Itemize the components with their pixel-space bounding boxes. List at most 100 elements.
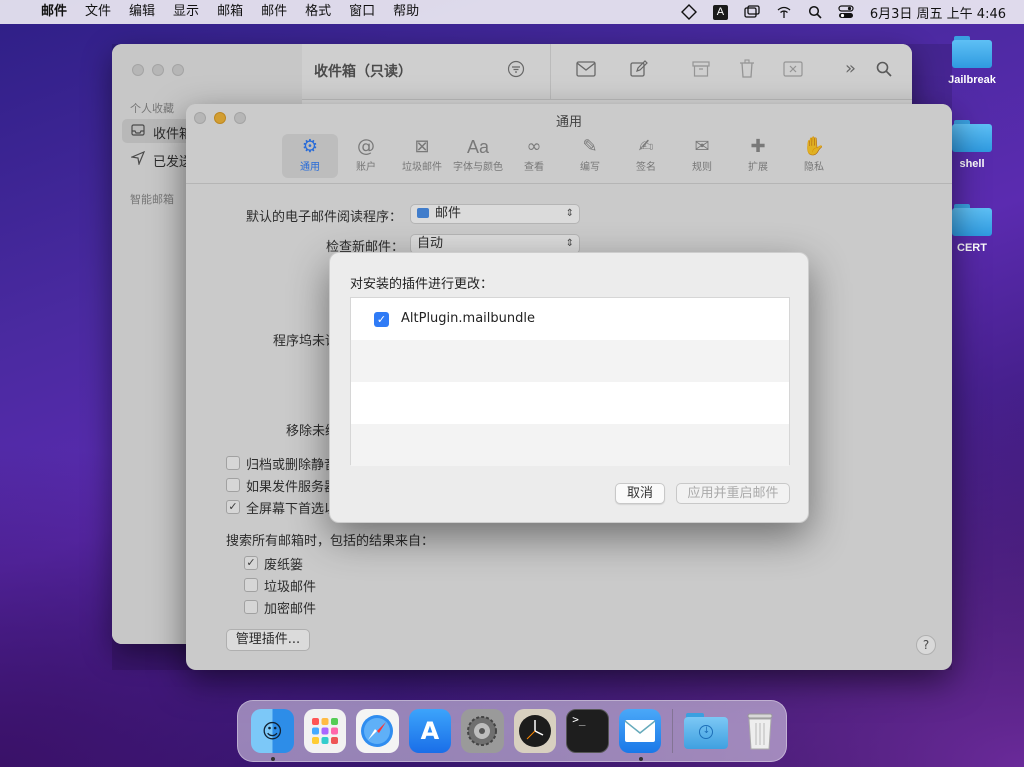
chevron-updown-icon: ⇕ [565,208,574,219]
trash-checkbox[interactable]: ✓ [244,556,258,570]
dock-downloads[interactable]: ↓ [684,709,729,753]
menu-view[interactable]: 显示 [164,0,208,24]
paper-plane-icon [129,150,146,168]
window-controls [132,64,184,76]
menu-app-name[interactable]: 邮件 [32,0,76,24]
compose-icon: ✎ [582,136,598,157]
chevron-updown-icon: ⇕ [565,238,574,249]
list-item[interactable]: ✓ AltPlugin.mailbundle [351,298,789,340]
send-server-checkbox[interactable] [226,478,240,492]
dock-finder[interactable]: ☺ [251,709,294,761]
tab-composing[interactable]: ✎ 编写 [562,134,618,178]
trash-icon[interactable] [738,59,756,82]
dock-clock[interactable] [513,709,557,753]
input-method-icon[interactable]: A [705,0,736,24]
menu-clock[interactable]: 6月3日 周五 上午 4:46 [862,0,1024,24]
spotlight-search-icon[interactable] [800,0,830,24]
signature-icon: ✍ [638,136,654,157]
inbox-icon [131,123,145,140]
tab-accounts[interactable]: @ 账户 [338,134,394,178]
desktop-folder-label: Jailbreak [948,74,996,86]
archive-mute-label: 归档或删除静音 [246,458,338,473]
tab-extensions[interactable]: ✚ 扩展 [730,134,786,178]
junk-checkbox[interactable] [244,578,258,592]
rules-icon: ✉ [694,136,710,157]
junk-icon[interactable] [783,60,803,81]
envelope-icon [624,720,656,742]
sidebar-section-smart: 智能邮箱 [130,193,174,206]
tab-junk[interactable]: ⊠ 垃圾邮件 [394,134,450,178]
manage-plugins-button[interactable]: 管理插件... [226,629,310,651]
default-reader-popup[interactable]: 邮件 ⇕ [410,204,580,224]
dock-trash[interactable] [738,709,781,753]
hand-icon: ✋ [802,136,826,157]
get-mail-icon[interactable] [576,61,596,80]
menu-bar: 邮件 文件 编辑 显示 邮箱 邮件 格式 窗口 帮助 A 6月3日 周五 上午 … [0,0,1024,24]
list-item-empty [351,382,789,424]
filter-icon[interactable] [507,60,525,81]
archive-icon[interactable] [692,60,710,81]
menu-format[interactable]: 格式 [296,0,340,24]
send-server-label: 如果发件服务器 [246,480,338,495]
trash-label: 废纸篓 [264,558,304,573]
at-icon: @ [357,136,375,157]
fullscreen-label: 全屏幕下首选以 [246,502,338,517]
plugin-checkbox[interactable]: ✓ [374,312,389,327]
downloads-folder-icon: ↓ [684,713,729,749]
dock-mail[interactable] [618,709,662,761]
search-icon[interactable] [876,61,892,80]
compass-icon [361,715,394,747]
encrypted-label: 加密邮件 [264,602,317,617]
tab-rules[interactable]: ✉ 规则 [674,134,730,178]
finder-face-icon: ☺ [261,719,283,743]
running-indicator [638,757,643,761]
compose-icon[interactable] [630,60,648,81]
more-toolbar-icon[interactable]: » [845,58,856,79]
dock: ☺ A >_ ↓ [237,700,787,762]
tab-signatures[interactable]: ✍ 签名 [618,134,674,178]
preferences-tabs: ⚙ 通用 @ 账户 ⊠ 垃圾邮件 Aa 字体与颜色 ∞ 查看 ✎ 编写 ✍ 签名 ✉ 规则 ✚ 扩… [282,134,842,178]
puzzle-icon: ✚ [750,136,766,157]
clock-icon [519,715,551,747]
junk-icon: ⊠ [414,136,430,157]
dock-app-store[interactable]: A [408,709,452,753]
tab-fonts-colors[interactable]: Aa 字体与颜色 [450,134,506,178]
dock-terminal[interactable]: >_ [566,709,609,753]
minimize-button[interactable] [152,64,164,76]
screen-mirroring-icon[interactable] [736,0,768,24]
fullscreen-checkbox[interactable]: ✓ [226,500,240,514]
apply-restart-button[interactable]: 应用并重启邮件 [676,483,790,504]
cancel-button[interactable]: 取消 [615,483,665,504]
dock-launchpad[interactable] [303,709,347,753]
archive-mute-checkbox[interactable] [226,456,240,470]
trash-icon [747,713,773,750]
control-center-icon[interactable] [830,0,862,24]
menu-help[interactable]: 帮助 [384,0,428,24]
tab-viewing[interactable]: ∞ 查看 [506,134,562,178]
preferences-title: 通用 [555,115,582,130]
search-results-label: 搜索所有邮箱时，包括的结果来自： [226,534,435,549]
list-item-empty [351,424,789,466]
tab-privacy[interactable]: ✋ 隐私 [786,134,842,178]
menu-window[interactable]: 窗口 [340,0,384,24]
wifi-off-icon[interactable] [768,0,800,24]
sidebar-section-favorites: 个人收藏 [130,102,174,115]
menu-file[interactable]: 文件 [76,0,120,24]
close-button[interactable] [132,64,144,76]
menu-mailbox[interactable]: 邮箱 [208,0,252,24]
menu-edit[interactable]: 编辑 [120,0,164,24]
tab-general[interactable]: ⚙ 通用 [282,134,338,178]
help-button[interactable]: ? [916,635,936,655]
terminal-prompt-icon: >_ [572,713,586,726]
dock-system-preferences[interactable] [461,709,504,753]
encrypted-checkbox[interactable] [244,600,258,614]
preferences-titlebar: 通用 ⚙ 通用 @ 账户 ⊠ 垃圾邮件 Aa 字体与颜色 ∞ 查看 ✎ 编写 ✍ 签名 ✉ 规则… [186,104,952,184]
dock-safari[interactable] [356,709,399,753]
zoom-button[interactable] [172,64,184,76]
sheet-title: 对安装的插件进行更改： [350,277,494,292]
diamond-icon[interactable] [673,0,705,24]
launchpad-grid-icon [311,718,338,744]
check-mail-popup[interactable]: 自动 ⇕ [410,234,580,254]
menu-message[interactable]: 邮件 [252,0,296,24]
desktop-folder-jailbreak[interactable]: Jailbreak [937,36,1007,86]
